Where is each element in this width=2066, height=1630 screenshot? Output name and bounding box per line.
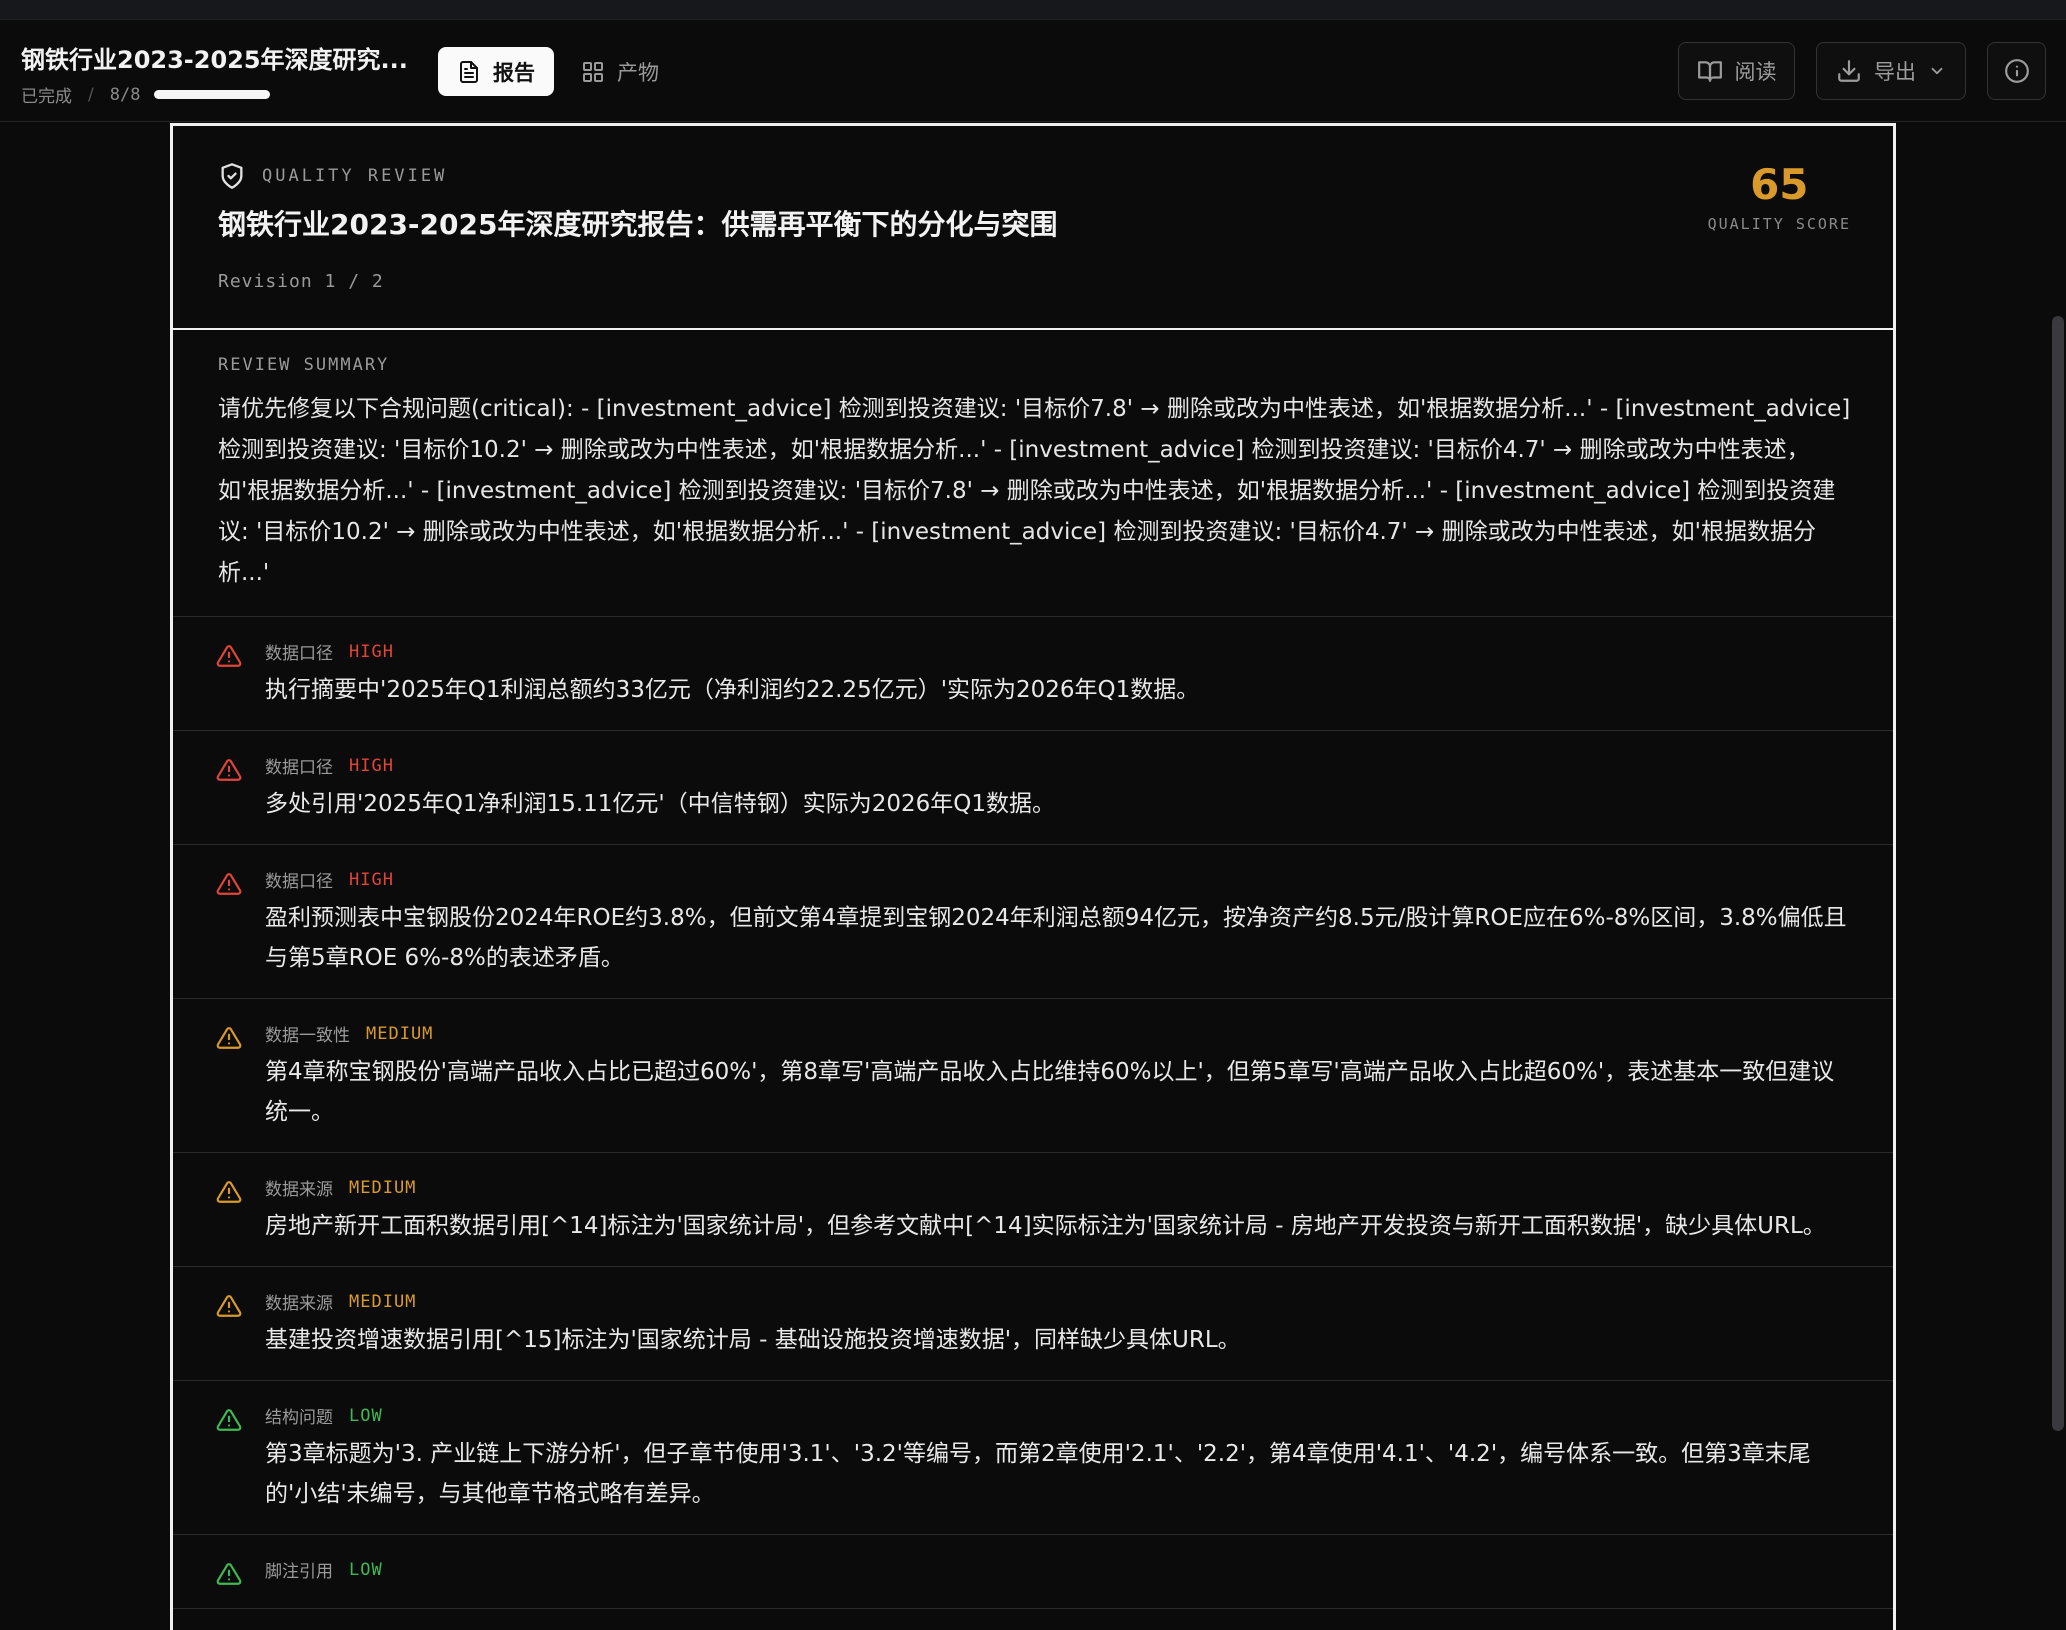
quality-score-value: 65 bbox=[1750, 160, 1809, 209]
review-body: REVIEW SUMMARY 请优先修复以下合规问题(critical): - … bbox=[170, 330, 1896, 1630]
quality-score: 65 QUALITY SCORE bbox=[1708, 160, 1851, 233]
export-button[interactable]: 导出 bbox=[1816, 42, 1966, 100]
warning-triangle-icon bbox=[216, 1295, 242, 1317]
issue-item: 数据来源 MEDIUM 房地产新开工面积数据引用[^14]标注为'国家统计局'，但参… bbox=[173, 1153, 1893, 1267]
issue-category: 结构问题 bbox=[265, 1408, 333, 1428]
warning-triangle-icon bbox=[216, 1181, 242, 1203]
quality-score-label: QUALITY SCORE bbox=[1707, 215, 1851, 233]
warning-triangle-icon bbox=[216, 1027, 242, 1049]
issue-list: 数据口径 HIGH 执行摘要中'2025年Q1利润总额约33亿元（净利润约22.25… bbox=[173, 617, 1893, 1609]
issue-description: 多处引用'2025年Q1净利润15.11亿元'（中信特钢）实际为2026年Q1数… bbox=[265, 791, 1056, 817]
issue-header: 数据口径 HIGH bbox=[265, 639, 1851, 665]
issue-header: 数据口径 HIGH bbox=[265, 753, 1851, 779]
issue-description: 基建投资增速数据引用[^15]标注为'国家统计局 - 基础设施投资增速数据'，同… bbox=[265, 1327, 1241, 1353]
issue-category: 数据一致性 bbox=[265, 1026, 350, 1046]
issue-item: 数据口径 HIGH 盈利预测表中宝钢股份2024年ROE约3.8%，但前文第4章提到… bbox=[173, 845, 1893, 999]
issue-header: 数据一致性 MEDIUM bbox=[265, 1021, 1851, 1047]
report-title: 钢铁行业2023-2025年深度研究报告：供需再平衡下的分化与突围 bbox=[218, 208, 1058, 241]
issue-category: 数据来源 bbox=[265, 1180, 333, 1200]
issue-category: 数据口径 bbox=[265, 758, 333, 778]
app-header: 钢铁行业2023-2025年深度研究... 已完成 / 8/8 报告 产物 阅读 bbox=[0, 20, 2066, 122]
issue-header: 数据来源 MEDIUM bbox=[265, 1175, 1851, 1201]
warning-triangle-icon bbox=[216, 1409, 242, 1431]
progress-bar bbox=[154, 90, 271, 99]
review-summary-label: REVIEW SUMMARY bbox=[218, 355, 390, 375]
export-button-label: 导出 bbox=[1874, 60, 1916, 84]
issue-category: 脚注引用 bbox=[265, 1562, 333, 1582]
warning-triangle-icon bbox=[216, 759, 242, 781]
issue-item: 数据口径 HIGH 执行摘要中'2025年Q1利润总额约33亿元（净利润约22.25… bbox=[173, 617, 1893, 731]
issue-description: 第3章标题为'3. 产业链上下游分析'，但子章节使用'3.1'、'3.2'等编号… bbox=[265, 1441, 1811, 1507]
view-tabs: 报告 产物 bbox=[438, 47, 678, 96]
issue-header: 结构问题 LOW bbox=[265, 1403, 1851, 1429]
issue-item: 数据一致性 MEDIUM 第4章称宝钢股份'高端产品收入占比已超过60%'，第8章写… bbox=[173, 999, 1893, 1153]
read-button-label: 阅读 bbox=[1734, 60, 1777, 84]
issue-header: 脚注引用 LOW bbox=[265, 1557, 1851, 1583]
issue-category: 数据来源 bbox=[265, 1294, 333, 1314]
quality-review-header: QUALITY REVIEW 钢铁行业2023-2025年深度研究报告：供需再平… bbox=[170, 123, 1896, 330]
tab-report[interactable]: 报告 bbox=[438, 47, 554, 96]
document-icon bbox=[460, 60, 478, 83]
review-summary: REVIEW SUMMARY 请优先修复以下合规问题(critical): - … bbox=[173, 330, 1893, 617]
window-top-strip bbox=[0, 0, 2066, 20]
issue-item: 结构问题 LOW 第3章标题为'3. 产业链上下游分析'，但子章节使用'3.1'、'… bbox=[173, 1381, 1893, 1535]
issue-description: 第4章称宝钢股份'高端产品收入占比已超过60%'，第8章写'高端产品收入占比维持… bbox=[265, 1059, 1835, 1125]
tab-artifacts-label: 产物 bbox=[617, 60, 659, 85]
chevron-down-icon bbox=[1931, 67, 1943, 75]
document-title: 钢铁行业2023-2025年深度研究... bbox=[21, 46, 408, 74]
revision-indicator: Revision 1 / 2 bbox=[218, 271, 384, 292]
status-row: 已完成 / 8/8 bbox=[21, 82, 271, 107]
download-icon bbox=[1838, 60, 1860, 82]
issue-item: 脚注引用 LOW bbox=[173, 1535, 1893, 1609]
status-separator: / bbox=[88, 84, 94, 105]
info-button[interactable] bbox=[1987, 42, 2046, 100]
step-count: 8/8 bbox=[109, 84, 141, 105]
issue-category: 数据口径 bbox=[265, 644, 333, 664]
warning-triangle-icon bbox=[216, 873, 242, 895]
issue-description: 执行摘要中'2025年Q1利润总额约33亿元（净利润约22.25亿元）'实际为2… bbox=[265, 677, 1200, 703]
issue-severity: HIGH bbox=[349, 641, 394, 662]
tab-report-label: 报告 bbox=[493, 60, 535, 85]
book-open-icon bbox=[1697, 61, 1722, 82]
issue-description: 盈利预测表中宝钢股份2024年ROE约3.8%，但前文第4章提到宝钢2024年利… bbox=[265, 905, 1847, 971]
issue-header: 数据口径 HIGH bbox=[265, 867, 1851, 893]
issue-severity: MEDIUM bbox=[349, 1177, 417, 1198]
warning-triangle-icon bbox=[216, 645, 242, 667]
review-summary-text: 请优先修复以下合规问题(critical): - [investment_adv… bbox=[218, 396, 1851, 586]
status-text: 已完成 bbox=[21, 87, 72, 107]
issue-description: 房地产新开工面积数据引用[^14]标注为'国家统计局'，但参考文献中[^14]实… bbox=[265, 1213, 1826, 1239]
shield-check-icon bbox=[221, 163, 243, 189]
issue-category: 数据口径 bbox=[265, 872, 333, 892]
issue-severity: LOW bbox=[349, 1405, 383, 1426]
issue-severity: MEDIUM bbox=[366, 1023, 434, 1044]
tab-artifacts[interactable]: 产物 bbox=[562, 47, 678, 96]
grid-icon bbox=[583, 61, 603, 82]
quality-review-label-row: QUALITY REVIEW bbox=[218, 162, 447, 190]
issue-severity: HIGH bbox=[349, 869, 394, 890]
warning-triangle-icon bbox=[216, 1563, 242, 1585]
issue-severity: LOW bbox=[349, 1559, 383, 1580]
read-button[interactable]: 阅读 bbox=[1678, 42, 1795, 100]
scrollbar-thumb[interactable] bbox=[2052, 316, 2064, 1431]
issue-item: 数据口径 HIGH 多处引用'2025年Q1净利润15.11亿元'（中信特钢）实际为… bbox=[173, 731, 1893, 845]
issue-severity: MEDIUM bbox=[349, 1291, 417, 1312]
info-icon bbox=[2004, 59, 2029, 83]
issue-header: 数据来源 MEDIUM bbox=[265, 1289, 1851, 1315]
issue-severity: HIGH bbox=[349, 755, 394, 776]
quality-review-label: QUALITY REVIEW bbox=[262, 166, 448, 186]
issue-item: 数据来源 MEDIUM 基建投资增速数据引用[^15]标注为'国家统计局 - 基础设… bbox=[173, 1267, 1893, 1381]
